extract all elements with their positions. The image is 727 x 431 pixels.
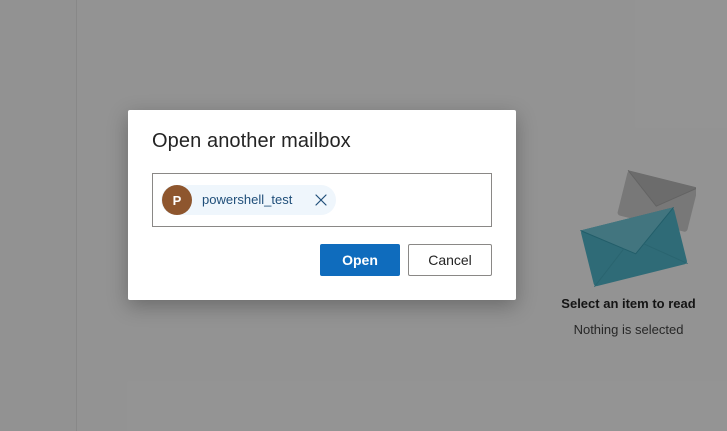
mailbox-picker-input[interactable]: P powershell_test — [152, 173, 492, 227]
open-mailbox-dialog: Open another mailbox P powershell_test O… — [128, 110, 516, 300]
chip-label: powershell_test — [202, 192, 293, 207]
avatar: P — [162, 185, 192, 215]
selected-mailbox-chip[interactable]: P powershell_test — [161, 185, 336, 215]
cancel-button[interactable]: Cancel — [408, 244, 492, 276]
close-icon[interactable] — [313, 192, 329, 208]
open-button[interactable]: Open — [320, 244, 400, 276]
dialog-title: Open another mailbox — [152, 130, 351, 152]
